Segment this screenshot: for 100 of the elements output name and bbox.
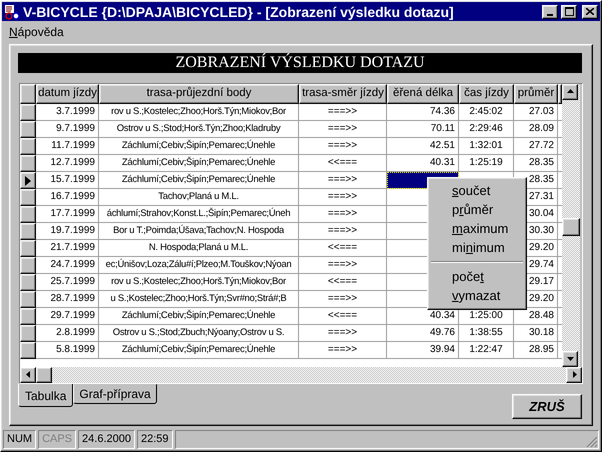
table-cell: 42.51 — [387, 138, 459, 155]
table-cell: <<=== — [299, 274, 387, 291]
table-cell: ===>> — [299, 120, 387, 138]
row-header[interactable] — [20, 240, 36, 257]
row-header[interactable] — [20, 104, 36, 121]
row-header[interactable] — [20, 256, 36, 274]
table-cell: 27.72 — [514, 138, 558, 155]
resize-grip-icon[interactable] — [586, 436, 598, 448]
table-cell: Ostrov u S.;Stod;Horš.Týn;Zhoo;Kladruby — [99, 120, 299, 138]
table-cell: ===>> — [299, 256, 387, 274]
table-cell: 12.7.1999 — [36, 154, 99, 172]
table-cell: 24.7.1999 — [36, 256, 99, 274]
table-cell: 19.7.1999 — [36, 222, 99, 240]
column-header[interactable]: průměr — [514, 84, 558, 104]
table-cell: Záchlumí;Cebiv;Šipín;Pemarec;Únehle — [99, 172, 299, 189]
table-cell: Záchlumí;Cebiv;Šipín;Pemarec;Únehle — [99, 342, 299, 359]
table-cell: 29.7.1999 — [36, 308, 99, 325]
row-header[interactable] — [20, 222, 36, 240]
scroll-up-button[interactable] — [562, 84, 578, 100]
table-cell: Záchlumí;Cebiv;Šipín;Pemarec;Únehle — [99, 138, 299, 155]
row-header[interactable] — [20, 342, 36, 359]
column-header[interactable]: čas jízdy — [459, 84, 514, 104]
table-cell: 16.7.1999 — [36, 188, 99, 206]
table-cell: Tachov;Planá u M.L. — [99, 188, 299, 206]
scroll-down-button[interactable] — [562, 350, 578, 367]
table-cell: 11.7.1999 — [36, 138, 99, 155]
table-cell: rov u S.;Kostelec;Zhoo;Horš.Týn;Miokov;Bor — [99, 274, 299, 291]
table-cell: ===>> — [299, 206, 387, 223]
down-arrow-icon — [566, 355, 574, 362]
table-cell: 3.7.1999 — [36, 104, 99, 121]
table-cell: 28.7.1999 — [36, 290, 99, 308]
table-cell: 28.95 — [514, 342, 558, 359]
column-header[interactable]: datum jízdy — [36, 84, 99, 104]
row-header[interactable] — [20, 188, 36, 206]
row-header[interactable] — [20, 324, 36, 342]
table-cell: ===>> — [299, 324, 387, 342]
table-cell: <<=== — [299, 154, 387, 172]
table-cell: ===>> — [299, 342, 387, 359]
table-cell: ===>> — [299, 290, 387, 308]
table-cell: 2.8.1999 — [36, 324, 99, 342]
table-cell: 2:45:02 — [459, 104, 514, 121]
column-header[interactable]: ěřená délka — [387, 84, 459, 104]
table-cell: 5.8.1999 — [36, 342, 99, 359]
status-indicator: 22:59 — [136, 430, 172, 449]
table-cell: Záchlumí;Cebiv;Šipín;Pemarec;Únehle — [99, 154, 299, 172]
status-indicator: 24.6.2000 — [78, 430, 135, 449]
row-header[interactable] — [20, 308, 36, 325]
grid-corner — [20, 84, 36, 104]
row-header[interactable] — [20, 172, 36, 189]
table-cell: ===>> — [299, 104, 387, 121]
close-button[interactable] — [582, 4, 598, 19]
up-arrow-icon — [566, 88, 574, 96]
column-header[interactable]: trasa-průjezdní body — [99, 84, 299, 104]
row-header[interactable] — [20, 138, 36, 155]
table-cell: rov u S.;Kostelec;Zhoo;Horš.Týn;Miokov;Bor — [99, 104, 299, 121]
table-cell: 2:29:46 — [459, 120, 514, 138]
table-cell: Bor u T.;Poimda;Úšava;Tachov;N. Hospoda — [99, 222, 299, 240]
table-cell: 9.7.1999 — [36, 120, 99, 138]
row-header[interactable] — [20, 206, 36, 223]
row-header[interactable] — [20, 274, 36, 291]
column-header[interactable]: trasa-směr jízdy — [299, 84, 387, 104]
table-cell: ===>> — [299, 222, 387, 240]
table-cell: 1:22:47 — [459, 342, 514, 359]
table-cell: ===>> — [299, 188, 387, 206]
data-grid[interactable] — [19, 82, 583, 384]
table-cell: 15.7.1999 — [36, 172, 99, 189]
table-cell: 28.48 — [514, 308, 558, 325]
row-header[interactable] — [20, 290, 36, 308]
table-cell: áchlumí;Strahov;Konst.L.;Šipín;Pemarec;Úneh — [99, 206, 299, 223]
status-indicator: CAPS — [38, 430, 76, 449]
cancel-button[interactable]: ZRUŠ — [512, 394, 582, 419]
row-header[interactable] — [20, 120, 36, 138]
window-title: V-BICYCLE {D:\DPAJA\BICYCLED} - [Zobrazení výsledku dotazu] — [23, 4, 455, 20]
table-cell: 1:25:19 — [459, 154, 514, 172]
tab[interactable]: Tabulka — [18, 382, 74, 407]
table-cell: 49.76 — [387, 324, 459, 342]
minimize-icon — [547, 14, 553, 16]
minimize-button[interactable] — [542, 4, 558, 19]
maximize-button[interactable] — [561, 4, 577, 19]
scroll-thumb[interactable] — [562, 218, 580, 236]
menu-item[interactable]: Nápověda — [9, 24, 64, 39]
maximize-icon — [564, 7, 574, 16]
scroll-thumb[interactable] — [36, 366, 52, 383]
table-cell: 1:32:01 — [459, 138, 514, 155]
table-cell: 28.35 — [514, 154, 558, 172]
table-cell: 74.36 — [387, 104, 459, 121]
table-cell: <<=== — [299, 240, 387, 257]
scroll-right-button[interactable] — [566, 366, 582, 383]
vertical-scrollbar[interactable] — [562, 84, 580, 367]
row-header[interactable] — [20, 154, 36, 172]
table-cell: <<=== — [299, 308, 387, 325]
table-cell: ===>> — [299, 172, 387, 189]
table-cell: 17.7.1999 — [36, 206, 99, 223]
horizontal-scrollbar[interactable] — [20, 366, 582, 383]
scroll-left-button[interactable] — [20, 366, 36, 383]
tab[interactable]: Graf-příprava — [73, 384, 157, 404]
table-cell: 40.31 — [387, 154, 459, 172]
table-cell: Záchlumí;Cebiv;Šipín;Pemarec;Únehle — [99, 308, 299, 325]
column-header[interactable] — [558, 84, 562, 104]
page-heading: ZOBRAZENÍ VÝSLEDKU DOTAZU — [18, 52, 582, 73]
